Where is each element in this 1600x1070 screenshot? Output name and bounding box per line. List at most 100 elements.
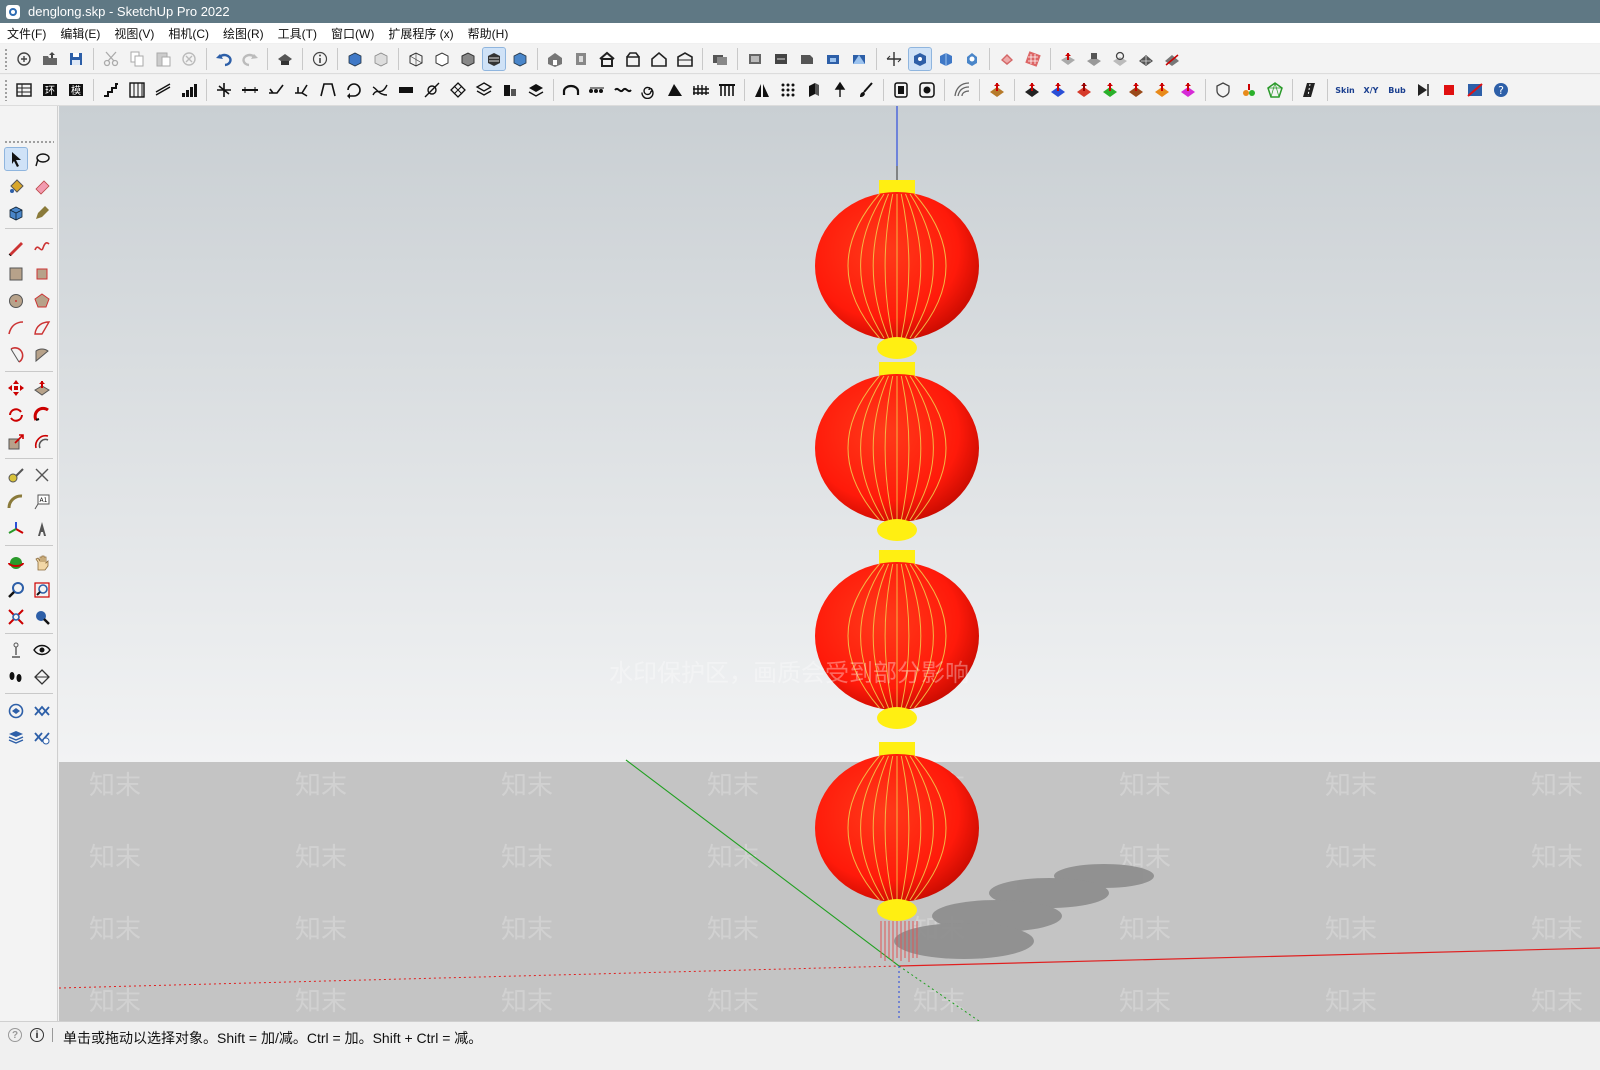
media-icon[interactable] <box>1464 79 1486 101</box>
warehouse-icon[interactable] <box>5 700 27 722</box>
stamp-icon[interactable] <box>1083 48 1105 70</box>
look-around-eye-icon[interactable] <box>31 639 53 661</box>
save-icon[interactable] <box>65 48 87 70</box>
section-cuts-icon[interactable] <box>770 48 792 70</box>
extrude-icon[interactable] <box>803 79 825 101</box>
tape-measure-icon[interactable] <box>5 464 27 486</box>
geo-location-icon[interactable]: ? <box>8 1028 22 1042</box>
instructor-info-icon[interactable]: i <box>30 1028 44 1042</box>
axis-orange-icon[interactable] <box>1151 79 1173 101</box>
make-component-icon[interactable] <box>344 48 366 70</box>
fredo-box-icon[interactable] <box>986 79 1008 101</box>
fog-icon[interactable] <box>961 48 983 70</box>
fence-icon[interactable] <box>690 79 712 101</box>
shaded-textures-icon[interactable] <box>509 48 531 70</box>
circle-icon[interactable] <box>5 290 27 312</box>
roof-icon[interactable] <box>664 79 686 101</box>
polygon-icon[interactable] <box>1264 79 1286 101</box>
model-info-icon[interactable] <box>309 48 331 70</box>
render-icon[interactable] <box>916 79 938 101</box>
three-point-arc-icon[interactable] <box>5 344 27 366</box>
xray-icon[interactable] <box>405 48 427 70</box>
push-pull-icon[interactable] <box>31 377 53 399</box>
section-planes-display-icon[interactable] <box>822 48 844 70</box>
tag-icon[interactable] <box>31 202 53 224</box>
sandbox-from-contours-icon[interactable] <box>996 48 1018 70</box>
arc-frame-icon[interactable] <box>317 79 339 101</box>
dots-line-icon[interactable] <box>586 79 608 101</box>
bub-icon[interactable]: Bub <box>1386 79 1408 101</box>
rebar-icon[interactable] <box>213 79 235 101</box>
add-detail-icon[interactable] <box>1135 48 1157 70</box>
dimension-icon[interactable] <box>31 464 53 486</box>
branch-icon[interactable] <box>265 79 287 101</box>
color-picker-icon[interactable] <box>1238 79 1260 101</box>
back-edges-icon[interactable] <box>431 48 453 70</box>
zoom-icon[interactable] <box>5 579 27 601</box>
eraser-icon[interactable] <box>31 175 53 197</box>
new-file-icon[interactable] <box>13 48 35 70</box>
menu-help[interactable]: 帮助(H) <box>461 25 516 42</box>
select-arrow-icon[interactable] <box>4 147 28 171</box>
mirror-icon[interactable] <box>751 79 773 101</box>
left-view-icon[interactable] <box>674 48 696 70</box>
rotated-rectangle-icon[interactable] <box>31 263 53 285</box>
erase-icon[interactable] <box>178 48 200 70</box>
smoove-icon[interactable] <box>1057 48 1079 70</box>
arch-icon[interactable] <box>560 79 582 101</box>
menu-draw[interactable]: 绘图(R) <box>216 25 271 42</box>
component-icon[interactable] <box>5 202 27 224</box>
camera-capture-icon[interactable] <box>890 79 912 101</box>
cut-icon[interactable] <box>100 48 122 70</box>
bars-icon[interactable] <box>178 79 200 101</box>
wave-icon[interactable] <box>612 79 634 101</box>
rotate-icon[interactable] <box>5 404 27 426</box>
axis-blue-icon[interactable] <box>1047 79 1069 101</box>
text-tool-icon[interactable]: A1 <box>31 491 53 513</box>
help-extension-icon[interactable]: ? <box>1490 79 1512 101</box>
iso-view-icon[interactable] <box>544 48 566 70</box>
road-icon[interactable] <box>1299 79 1321 101</box>
lasso-icon[interactable] <box>31 148 53 170</box>
arc-icon[interactable] <box>5 317 27 339</box>
extension-manager-icon[interactable] <box>31 726 53 748</box>
layers-icon[interactable] <box>5 726 27 748</box>
two-point-arc-icon[interactable] <box>31 317 53 339</box>
paste-icon[interactable] <box>152 48 174 70</box>
front-view-icon[interactable] <box>596 48 618 70</box>
xy-icon[interactable]: X/Y <box>1360 79 1382 101</box>
walk-footprints-icon[interactable] <box>5 666 27 688</box>
back-view-icon[interactable] <box>648 48 670 70</box>
scene-canvas[interactable]: 知末 水印保护区，画质会受到部分影响 <box>59 106 1600 1021</box>
modeling-viewport[interactable]: 知末 水印保护区，画质会受到部分影响 <box>59 106 1600 1021</box>
pencil-line-icon[interactable] <box>5 236 27 258</box>
section-plane-tool-icon[interactable] <box>31 666 53 688</box>
brush-icon[interactable] <box>855 79 877 101</box>
outliner-icon[interactable] <box>709 48 731 70</box>
axis-brown-icon[interactable] <box>1125 79 1147 101</box>
array-icon[interactable] <box>777 79 799 101</box>
hidden-line-icon[interactable] <box>457 48 479 70</box>
box-stack-icon[interactable] <box>499 79 521 101</box>
shaded-icon[interactable] <box>482 46 506 71</box>
extension-warehouse-icon[interactable] <box>31 700 53 722</box>
position-camera-icon[interactable] <box>5 639 27 661</box>
axis-green-icon[interactable] <box>1099 79 1121 101</box>
previous-view-icon[interactable] <box>31 606 53 628</box>
wall-icon[interactable] <box>395 79 417 101</box>
sandbox-from-scratch-icon[interactable] <box>1022 48 1044 70</box>
zoom-extents-icon[interactable] <box>5 606 27 628</box>
paint-bucket-icon[interactable] <box>5 175 27 197</box>
scene-style-icon[interactable] <box>908 46 932 71</box>
make-group-icon[interactable] <box>370 48 392 70</box>
slope-icon[interactable] <box>152 79 174 101</box>
pan-hand-icon[interactable] <box>31 552 53 574</box>
menu-tools[interactable]: 工具(T) <box>271 25 324 42</box>
section-fill-icon[interactable] <box>796 48 818 70</box>
stop-icon[interactable] <box>1438 79 1460 101</box>
move-icon[interactable] <box>5 377 27 399</box>
pie-icon[interactable] <box>31 344 53 366</box>
axes-tool-icon[interactable] <box>5 518 27 540</box>
axes-icon[interactable] <box>883 48 905 70</box>
grid-diamond-icon[interactable] <box>447 79 469 101</box>
